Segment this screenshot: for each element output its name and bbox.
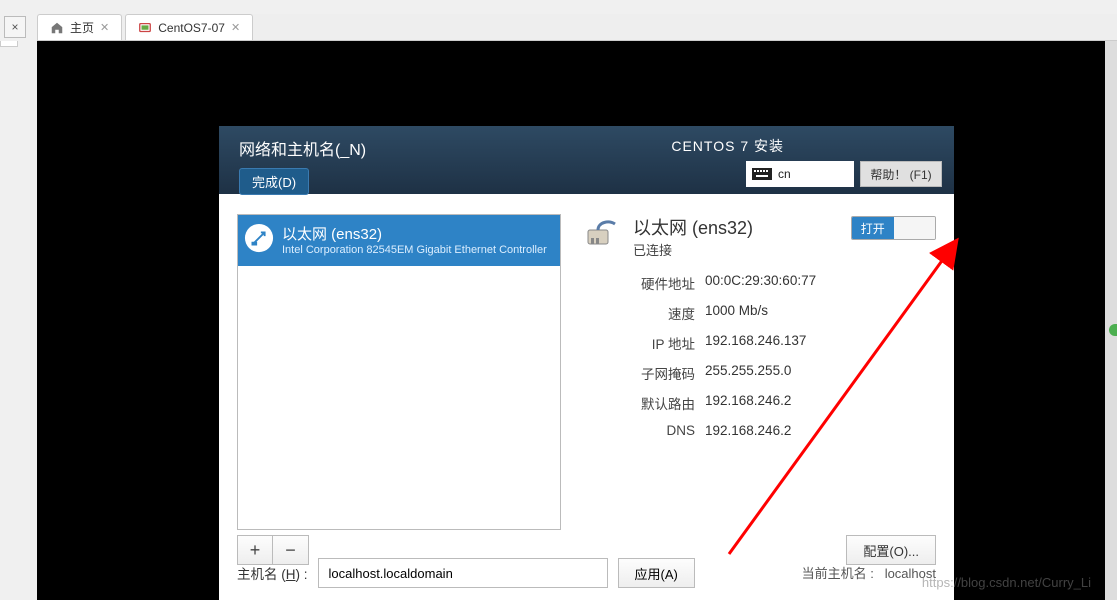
detail-device-name: 以太网 (ens32)	[633, 214, 753, 240]
toggle-off-side	[894, 217, 936, 239]
scrollbar[interactable]	[1105, 41, 1117, 600]
installer-content: 以太网 (ens32) Intel Corporation 82545EM Gi…	[219, 194, 954, 600]
device-detail-panel: 以太网 (ens32) 已连接 硬件地址00:0C:29:30:60:77 速度…	[585, 214, 936, 448]
keyboard-layout-label: cn	[778, 167, 791, 181]
value-dns: 192.168.246.2	[705, 423, 791, 438]
vm-icon	[138, 21, 152, 35]
value-gateway: 192.168.246.2	[705, 393, 791, 413]
hostname-row: 主机名 (H) : 应用(A) 当前主机名 : localhost	[237, 558, 936, 588]
hostname-input[interactable]	[318, 558, 608, 588]
installer-header: 网络和主机名(_N) 完成(D) CENTOS 7 安装 cn 帮助！ (F1)	[219, 126, 954, 194]
tab-home[interactable]: 主页 ✕	[37, 14, 122, 40]
detail-connection-state: 已连接	[633, 240, 753, 259]
device-list[interactable]: 以太网 (ens32) Intel Corporation 82545EM Gi…	[237, 214, 561, 530]
close-panel-button[interactable]: ×	[4, 16, 26, 38]
label-ip: IP 地址	[595, 333, 705, 353]
label-mask: 子网掩码	[595, 363, 705, 383]
connection-toggle[interactable]: 打开	[851, 216, 936, 240]
value-speed: 1000 Mb/s	[705, 303, 768, 323]
ethernet-icon	[244, 223, 274, 253]
keyboard-icon	[752, 168, 772, 180]
keyboard-layout-selector[interactable]: cn	[746, 161, 854, 187]
page-title: 网络和主机名(_N)	[239, 136, 934, 160]
vm-display-area: 网络和主机名(_N) 完成(D) CENTOS 7 安装 cn 帮助！ (F1)…	[37, 41, 1105, 600]
product-title: CENTOS 7 安装	[671, 136, 784, 156]
device-list-item[interactable]: 以太网 (ens32) Intel Corporation 82545EM Gi…	[238, 215, 560, 266]
network-card-icon	[585, 216, 621, 252]
device-description: Intel Corporation 82545EM Gigabit Ethern…	[282, 244, 550, 256]
value-hw-address: 00:0C:29:30:60:77	[705, 273, 816, 293]
label-speed: 速度	[595, 303, 705, 323]
watermark: https://blog.csdn.net/Curry_Li	[922, 575, 1091, 590]
tab-vm[interactable]: CentOS7-07 ✕	[125, 14, 253, 40]
help-button[interactable]: 帮助！ (F1)	[860, 161, 942, 187]
tab-vm-label: CentOS7-07	[158, 21, 225, 35]
indicator-dot	[1109, 324, 1117, 336]
side-handle	[0, 41, 18, 47]
done-button[interactable]: 完成(D)	[239, 168, 309, 195]
close-icon[interactable]: ✕	[100, 21, 109, 34]
value-ip: 192.168.246.137	[705, 333, 806, 353]
tab-home-label: 主页	[70, 19, 94, 36]
installer-window: 网络和主机名(_N) 完成(D) CENTOS 7 安装 cn 帮助！ (F1)…	[219, 126, 954, 600]
device-name: 以太网 (ens32)	[282, 223, 550, 244]
label-gateway: 默认路由	[595, 393, 705, 413]
vmware-tabs: 主页 ✕ CentOS7-07 ✕	[37, 14, 1117, 41]
toggle-on-label: 打开	[852, 217, 894, 239]
apply-button[interactable]: 应用(A)	[618, 558, 695, 588]
label-hw-address: 硬件地址	[595, 273, 705, 293]
hostname-label: 主机名 (H) :	[237, 563, 308, 583]
value-mask: 255.255.255.0	[705, 363, 791, 383]
home-icon	[50, 21, 64, 35]
close-icon[interactable]: ✕	[231, 21, 240, 34]
current-hostname: 当前主机名 : localhost	[802, 563, 936, 582]
label-dns: DNS	[595, 423, 705, 438]
